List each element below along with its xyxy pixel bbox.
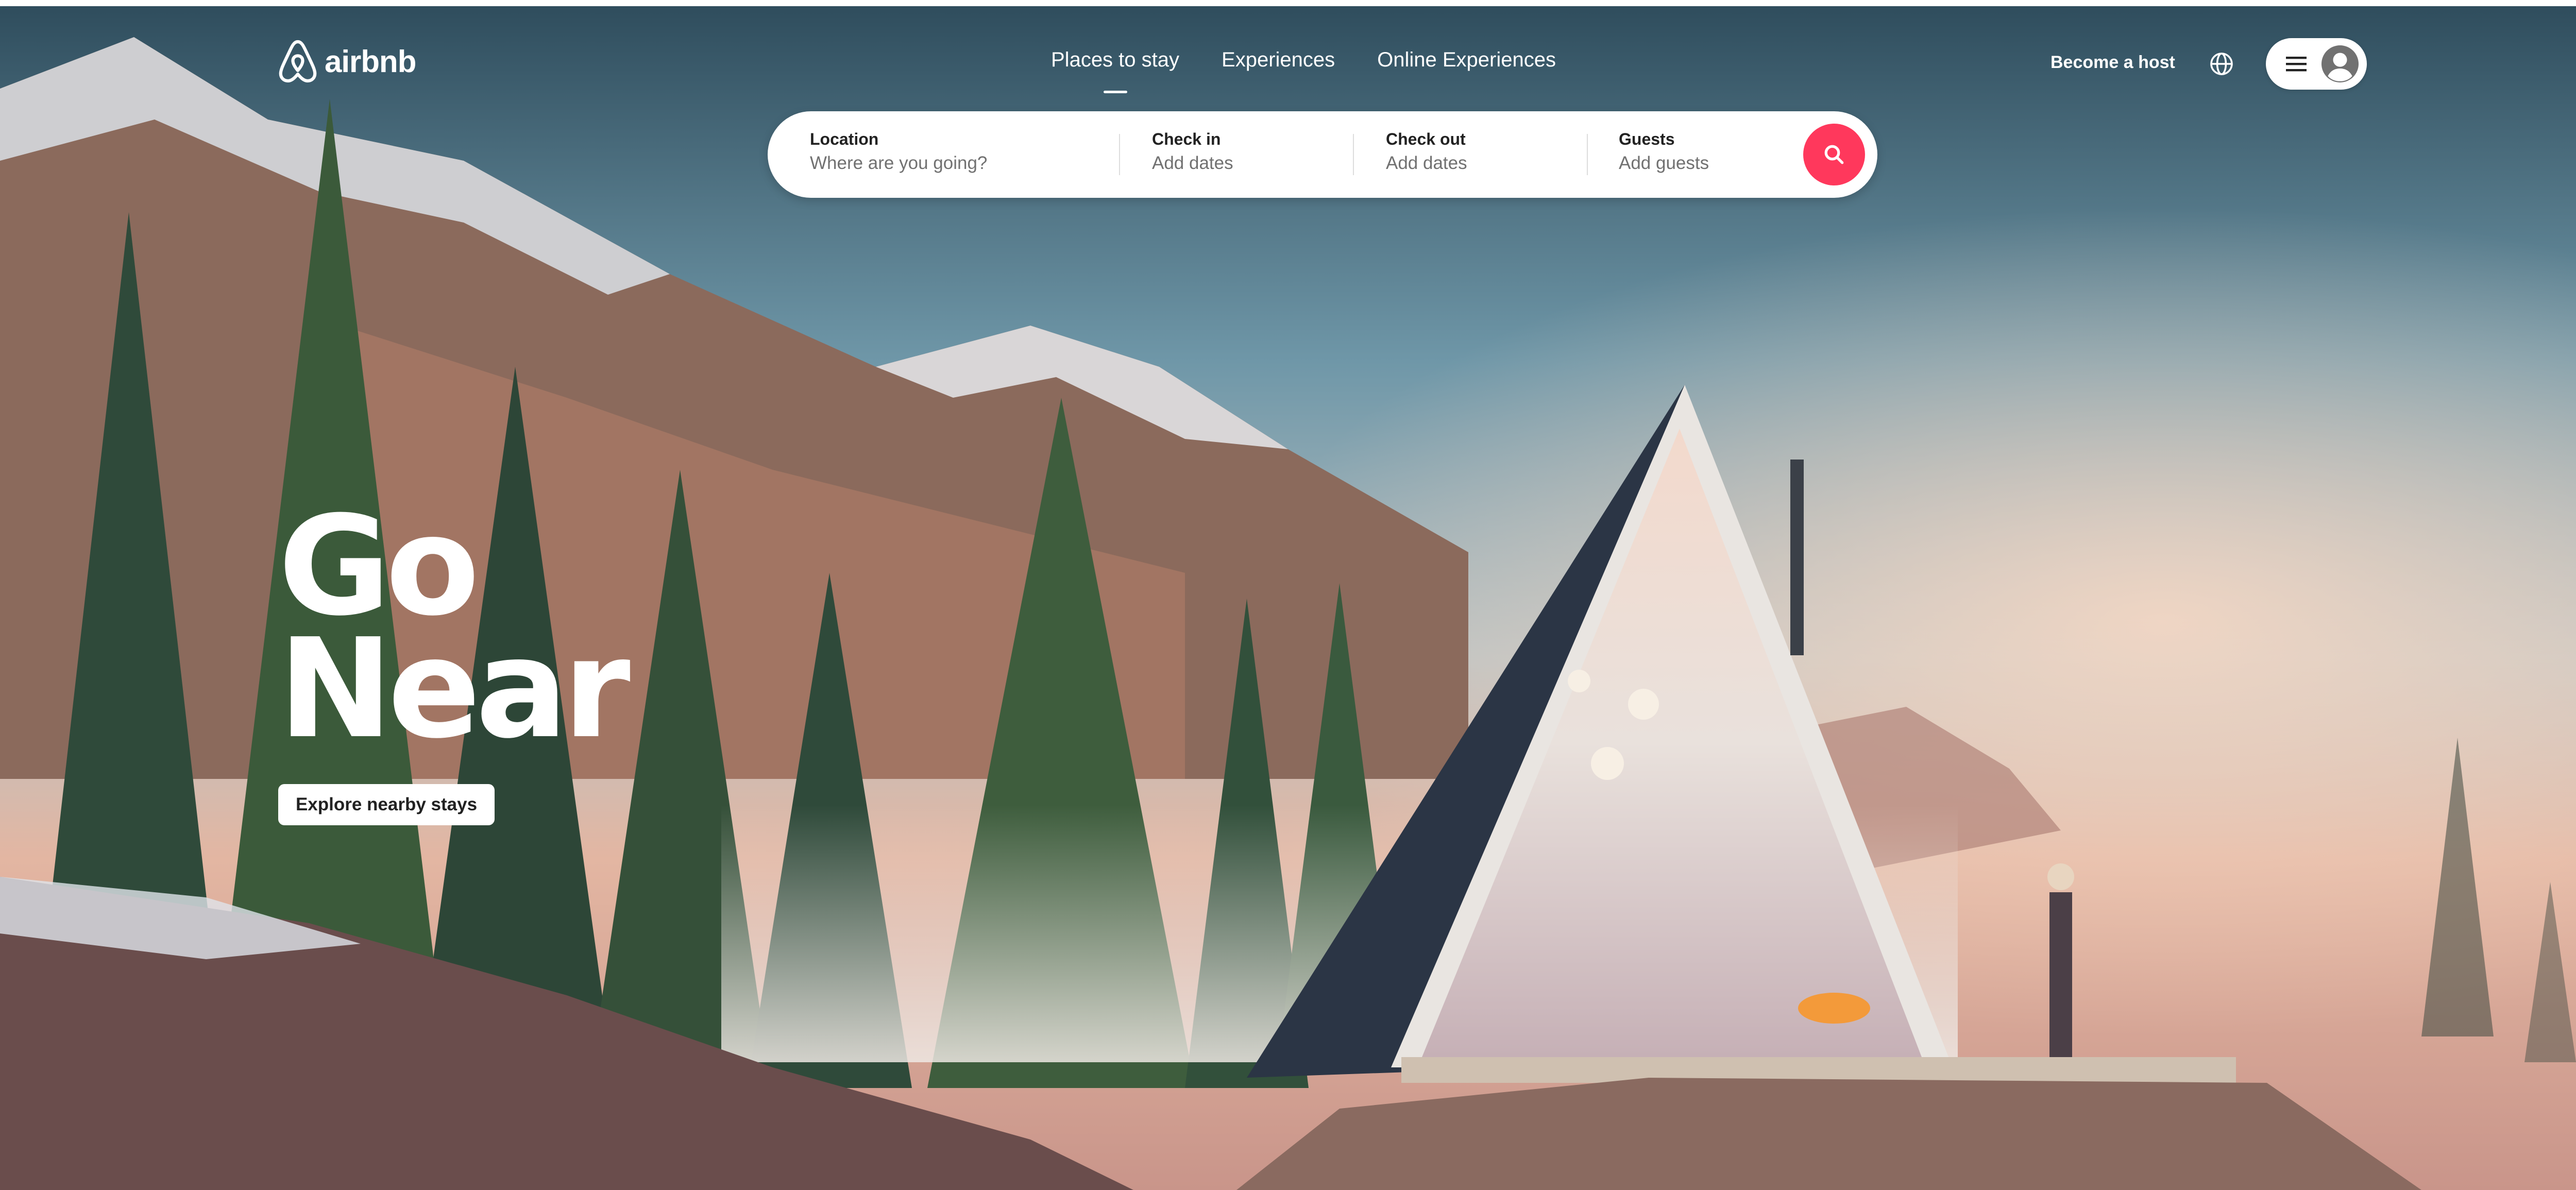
explore-nearby-stays-button[interactable]: Explore nearby stays <box>278 784 495 825</box>
search-divider <box>1119 134 1120 175</box>
become-a-host-link[interactable]: Become a host <box>2050 53 2175 73</box>
user-menu-button[interactable] <box>2266 38 2367 90</box>
airbnb-belo-icon <box>279 40 317 83</box>
tab-places-to-stay[interactable]: Places to stay <box>1051 48 1179 93</box>
search-icon <box>1824 145 1844 164</box>
hero-title-line-2: Near <box>278 609 631 769</box>
hamburger-menu-icon <box>2286 57 2307 72</box>
airbnb-logo[interactable]: airbnb <box>278 39 416 83</box>
check-out-field[interactable]: Check out Add dates <box>1386 111 1602 198</box>
location-placeholder: Where are you going? <box>810 153 988 173</box>
globe-icon[interactable] <box>2209 52 2234 76</box>
tab-experiences[interactable]: Experiences <box>1222 48 1335 81</box>
brand-name: airbnb <box>325 44 416 79</box>
search-bar: Location Where are you going? Check in A… <box>768 111 1877 198</box>
location-field[interactable]: Location Where are you going? <box>810 111 1119 198</box>
top-header: airbnb Places to stay Experiences Online… <box>0 6 2576 109</box>
check-out-placeholder: Add dates <box>1386 153 1467 173</box>
guests-label: Guests <box>1619 130 1675 148</box>
user-avatar-icon <box>2321 45 2359 82</box>
guests-placeholder: Add guests <box>1619 153 1709 173</box>
tab-online-experiences[interactable]: Online Experiences <box>1377 48 1556 81</box>
check-in-label: Check in <box>1152 130 1221 148</box>
airbnb-home-page: airbnb Places to stay Experiences Online… <box>0 0 2576 1190</box>
guests-field[interactable]: Guests Add guests <box>1619 111 1835 198</box>
search-button[interactable] <box>1803 124 1865 185</box>
check-in-placeholder: Add dates <box>1152 153 1233 173</box>
main-nav: Places to stay Experiences Online Experi… <box>1051 48 1556 93</box>
search-divider <box>1353 134 1354 175</box>
check-out-label: Check out <box>1386 130 1466 148</box>
location-label: Location <box>810 130 879 148</box>
check-in-field[interactable]: Check in Add dates <box>1152 111 1368 198</box>
search-divider <box>1587 134 1588 175</box>
hero-title: Go Near <box>278 498 631 769</box>
